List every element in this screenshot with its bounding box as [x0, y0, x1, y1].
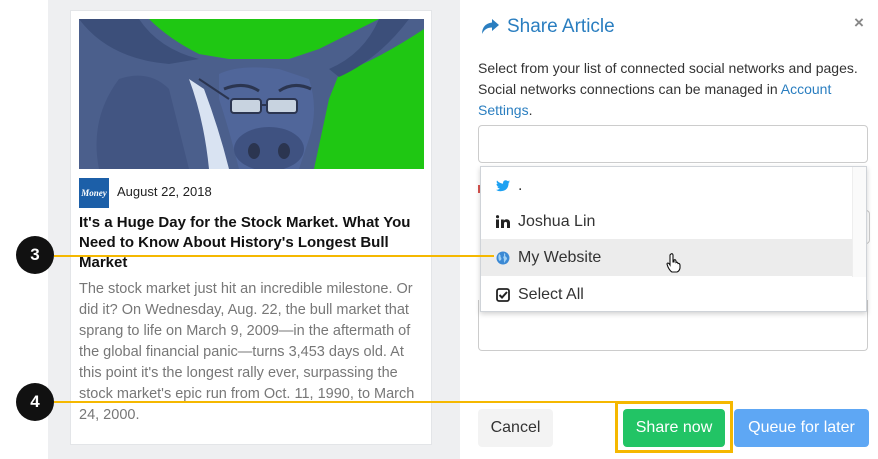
profile-dropdown: . Joshua Lin My Website Select All	[480, 166, 867, 312]
panel-description: Select from your list of connected socia…	[478, 60, 858, 118]
dropdown-item-label: My Website	[518, 248, 602, 266]
close-icon[interactable]: ×	[854, 13, 864, 33]
twitter-icon	[495, 178, 511, 194]
dropdown-item-linkedin[interactable]: Joshua Lin	[481, 203, 853, 240]
article-card: Money August 22, 2018 It's a Huge Day fo…	[70, 10, 432, 445]
panel-title: Share Article	[507, 16, 615, 37]
queue-for-later-button[interactable]: Queue for later	[734, 409, 869, 447]
callout-3-leader-line	[54, 255, 494, 257]
dropdown-item-label: Joshua Lin	[518, 212, 596, 230]
article-image	[79, 19, 424, 169]
cancel-button[interactable]: Cancel	[478, 409, 553, 447]
callout-step-3: 3	[16, 236, 54, 274]
dropdown-scrollbar[interactable]	[852, 167, 866, 277]
article-date: August 22, 2018	[117, 184, 212, 199]
profile-select-input[interactable]	[478, 125, 868, 163]
dropdown-item-twitter[interactable]: .	[481, 167, 853, 204]
dropdown-item-select-all[interactable]: Select All	[481, 276, 853, 313]
linkedin-icon	[495, 214, 511, 230]
dropdown-item-label: Select All	[518, 285, 584, 303]
share-now-highlight-box	[615, 401, 733, 453]
globe-icon	[495, 250, 511, 266]
money-logo: Money	[79, 178, 109, 208]
article-title[interactable]: It's a Huge Day for the Stock Market. Wh…	[79, 213, 419, 273]
dropdown-item-label: .	[518, 176, 523, 194]
callout-step-4: 4	[16, 383, 54, 421]
callout-4-leader-line	[54, 401, 616, 403]
checkbox-icon	[495, 287, 511, 303]
hand-cursor-icon	[666, 253, 681, 273]
bull-illustration	[79, 19, 424, 169]
share-panel-header: Share Article	[480, 14, 615, 40]
article-body: The stock market just hit an incredible …	[79, 281, 415, 423]
share-arrow-icon	[482, 19, 499, 34]
